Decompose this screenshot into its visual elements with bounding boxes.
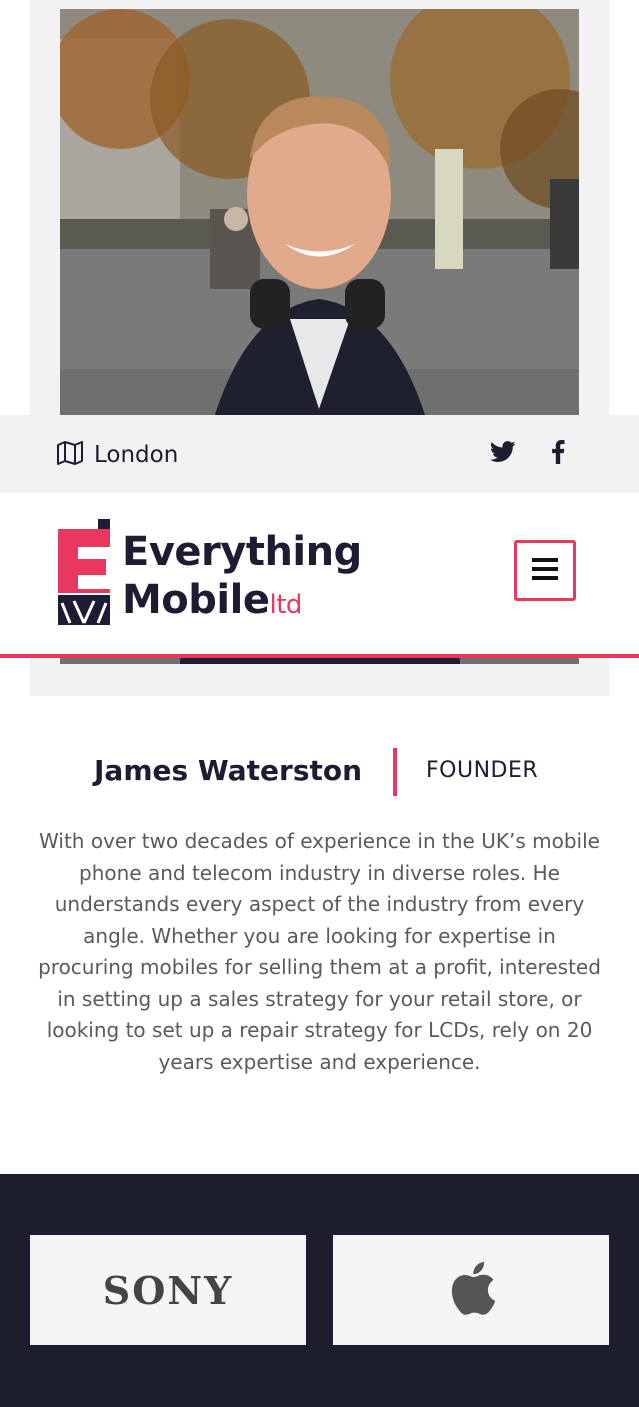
hamburger-icon <box>532 557 558 584</box>
brands-section: SONY <box>0 1174 639 1407</box>
location: London <box>56 441 178 469</box>
name-divider <box>393 748 397 796</box>
location-text: London <box>94 442 179 468</box>
brand-card-apple <box>333 1235 609 1345</box>
profile-name-row: James Waterston FOUNDER <box>0 746 639 798</box>
logo-text-line2: Mobileltd <box>122 577 302 623</box>
site-logo[interactable]: Everything Mobileltd <box>56 519 362 629</box>
twitter-icon <box>489 441 516 467</box>
sony-logo: SONY <box>102 1267 234 1313</box>
profile-bio: With over two decades of experience in t… <box>38 829 601 1074</box>
menu-button[interactable] <box>514 540 576 601</box>
person-role: FOUNDER <box>426 758 539 783</box>
logo-text-line2-main: Mobile <box>122 577 270 623</box>
facebook-link[interactable] <box>544 440 572 468</box>
twitter-link[interactable] <box>489 441 517 467</box>
person-name: James Waterston <box>94 754 363 787</box>
facebook-icon <box>551 440 565 468</box>
logo-suffix: ltd <box>269 590 302 620</box>
site-header: Everything Mobileltd <box>0 493 639 658</box>
logo-mark-icon <box>58 519 110 625</box>
map-icon <box>56 441 84 469</box>
brand-card-sony: SONY <box>30 1235 306 1345</box>
logo-text-line1: Everything <box>122 529 362 575</box>
apple-icon <box>445 1257 497 1323</box>
top-info-bar: London <box>0 415 639 493</box>
